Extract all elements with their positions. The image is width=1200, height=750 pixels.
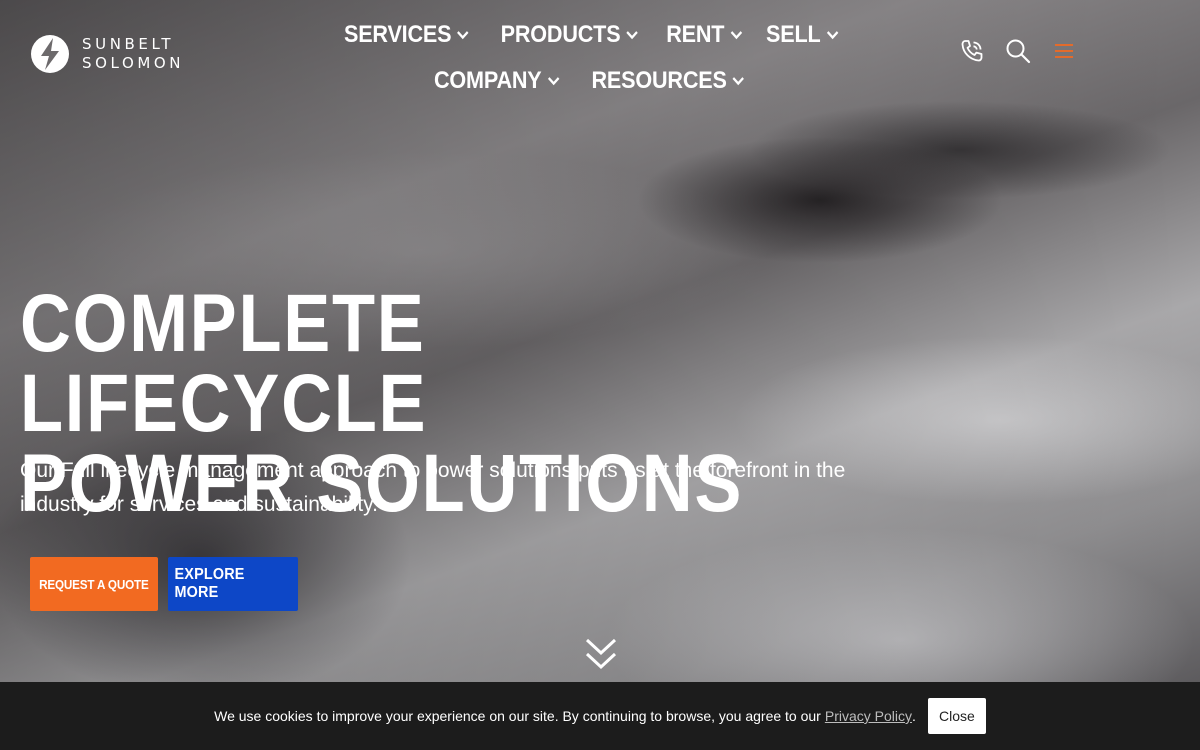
hamburger-menu-icon: [1055, 44, 1073, 58]
nav-item-label: SELL: [766, 21, 821, 48]
cookie-message-suffix: .: [912, 708, 916, 724]
cookie-banner: We use cookies to improve your experienc…: [0, 682, 1200, 750]
nav-item-rent[interactable]: RENT: [660, 12, 747, 58]
nav-item-label: RESOURCES: [591, 67, 727, 94]
privacy-policy-link[interactable]: Privacy Policy: [825, 708, 912, 724]
hero-title-line1: COMPLETE LIFECYCLE: [20, 278, 428, 449]
brand-line1: SUNBELT: [82, 35, 175, 53]
nav-item-label: SERVICES: [344, 21, 452, 48]
phone-icon: [961, 40, 983, 62]
phone-button[interactable]: [958, 36, 986, 66]
brand-line2: SOLOMON: [82, 54, 185, 72]
header-actions: [958, 36, 1078, 66]
brand-logo[interactable]: SUNBELT SOLOMON: [30, 34, 184, 74]
nav-item-services[interactable]: SERVICES: [339, 12, 475, 58]
chevron-down-icon: [457, 31, 470, 40]
nav-item-sell[interactable]: SELL: [761, 12, 844, 58]
request-quote-button[interactable]: REQUEST A QUOTE: [30, 557, 158, 611]
chevron-down-icon: [729, 31, 742, 40]
double-chevron-down-icon: [585, 638, 617, 670]
nav-item-company[interactable]: COMPANY: [429, 58, 565, 104]
chevron-down-icon: [826, 31, 839, 40]
menu-button[interactable]: [1050, 36, 1078, 66]
cookie-close-button[interactable]: Close: [927, 698, 986, 734]
lightning-bolt-logo-icon: [31, 35, 69, 73]
nav-item-products[interactable]: PRODUCTS: [495, 12, 644, 58]
chevron-down-icon: [547, 77, 560, 86]
search-button[interactable]: [1004, 36, 1032, 66]
chevron-down-icon: [625, 31, 638, 40]
brand-wordmark: SUNBELT SOLOMON: [82, 35, 184, 73]
nav-item-label: PRODUCTS: [500, 21, 621, 48]
search-icon: [1006, 39, 1031, 64]
nav-item-label: RENT: [665, 21, 724, 48]
main-navigation: SERVICES PRODUCTS RENT SELL COMPANY RESO…: [290, 12, 890, 104]
cookie-message: We use cookies to improve your experienc…: [214, 708, 821, 724]
chevron-down-icon: [732, 77, 744, 86]
request-quote-label: REQUEST A QUOTE: [39, 576, 149, 592]
hero-subtitle: Our Full lifecycle management approach t…: [20, 459, 846, 516]
nav-item-label: COMPANY: [434, 67, 542, 94]
explore-more-button[interactable]: EXPLORE MORE: [168, 557, 298, 611]
explore-more-label: EXPLORE MORE: [174, 566, 245, 601]
scroll-down-button[interactable]: [584, 636, 618, 674]
nav-item-resources[interactable]: RESOURCES: [586, 58, 750, 104]
